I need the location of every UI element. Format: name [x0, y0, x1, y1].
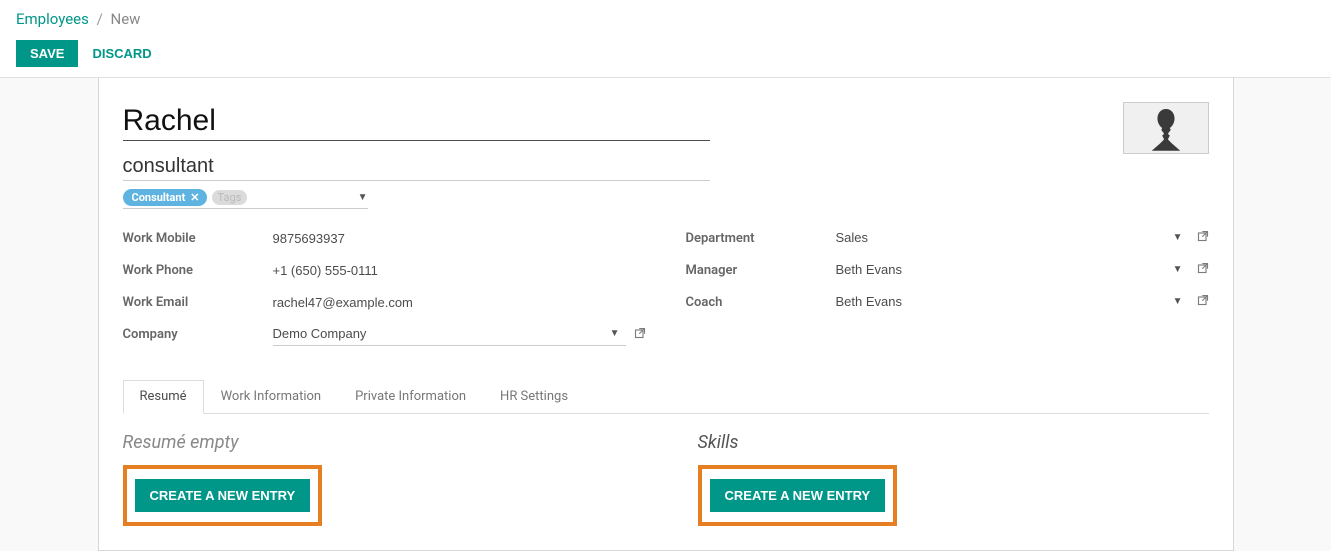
tab-work-information[interactable]: Work Information [204, 380, 339, 413]
chevron-down-icon[interactable]: ▼ [1173, 232, 1183, 243]
work-mobile-row: Work Mobile [123, 227, 646, 249]
work-email-label: Work Email [123, 295, 273, 310]
work-mobile-label: Work Mobile [123, 231, 273, 246]
create-skills-entry-button[interactable]: Create a new entry [710, 479, 886, 512]
control-panel: Employees / New Save Discard [0, 0, 1331, 78]
coach-row: Coach ▼ [686, 291, 1209, 313]
notebook: Resumé Work Information Private Informat… [123, 380, 1209, 526]
work-phone-row: Work Phone [123, 259, 646, 281]
manager-row: Manager ▼ [686, 259, 1209, 281]
action-buttons: Save Discard [16, 40, 1315, 67]
department-row: Department ▼ [686, 227, 1209, 249]
coach-select[interactable]: ▼ [836, 291, 1189, 313]
work-phone-input[interactable] [273, 260, 646, 281]
breadcrumb: Employees / New [16, 10, 1315, 28]
tag-label: Consultant [132, 191, 186, 204]
skills-highlight-box: Create a new entry [698, 465, 898, 526]
coach-label: Coach [686, 295, 836, 310]
resume-panel: Resumé empty Create a new entry [123, 432, 646, 526]
fields-left-column: Work Mobile Work Phone Work Email Compan… [123, 227, 646, 356]
tab-private-information[interactable]: Private Information [338, 380, 483, 413]
company-select[interactable]: ▼ [273, 323, 626, 346]
tabs-header: Resumé Work Information Private Informat… [123, 380, 1209, 414]
external-link-icon[interactable] [634, 327, 646, 343]
department-label: Department [686, 231, 836, 246]
tab-resume[interactable]: Resumé [123, 380, 204, 414]
tag-consultant: Consultant ✕ [123, 189, 207, 206]
form-background: Consultant ✕ Tags ▼ Work Mobile Work Pho… [0, 78, 1331, 551]
breadcrumb-sep: / [97, 10, 103, 28]
breadcrumb-current: New [111, 10, 141, 28]
work-email-input[interactable] [273, 292, 646, 313]
tab-hr-settings[interactable]: HR Settings [483, 380, 585, 413]
employee-name-input[interactable] [123, 102, 710, 141]
work-phone-label: Work Phone [123, 263, 273, 278]
manager-label: Manager [686, 263, 836, 278]
resume-highlight-box: Create a new entry [123, 465, 323, 526]
tags-field[interactable]: Consultant ✕ Tags ▼ [123, 189, 368, 209]
fields-right-column: Department ▼ Manager ▼ [686, 227, 1209, 356]
form-sheet: Consultant ✕ Tags ▼ Work Mobile Work Pho… [98, 78, 1234, 551]
skills-title: Skills [698, 432, 1209, 453]
coach-input[interactable] [836, 291, 1167, 312]
fields-grid: Work Mobile Work Phone Work Email Compan… [123, 227, 1209, 356]
chevron-down-icon[interactable]: ▼ [1173, 264, 1183, 275]
discard-button[interactable]: Discard [92, 46, 151, 61]
chevron-down-icon[interactable]: ▼ [610, 328, 620, 339]
resume-empty-title: Resumé empty [123, 432, 646, 453]
work-email-row: Work Email [123, 291, 646, 313]
skills-panel: Skills Create a new entry [686, 432, 1209, 526]
avatar[interactable] [1123, 102, 1209, 154]
breadcrumb-parent[interactable]: Employees [16, 10, 89, 28]
company-input[interactable] [273, 323, 604, 344]
create-resume-entry-button[interactable]: Create a new entry [135, 479, 311, 512]
department-input[interactable] [836, 227, 1167, 248]
job-title-input[interactable] [123, 149, 710, 181]
tag-remove-icon[interactable]: ✕ [190, 191, 199, 204]
manager-select[interactable]: ▼ [836, 259, 1189, 281]
chevron-down-icon[interactable]: ▼ [1173, 296, 1183, 307]
tab-content-resume: Resumé empty Create a new entry Skills C… [123, 414, 1209, 526]
tags-placeholder: Tags [212, 190, 248, 205]
external-link-icon[interactable] [1197, 230, 1209, 246]
person-silhouette-icon [1147, 105, 1185, 151]
department-select[interactable]: ▼ [836, 227, 1189, 249]
save-button[interactable]: Save [16, 40, 78, 67]
company-row: Company ▼ [123, 323, 646, 346]
external-link-icon[interactable] [1197, 294, 1209, 310]
work-mobile-input[interactable] [273, 228, 646, 249]
chevron-down-icon[interactable]: ▼ [358, 192, 368, 203]
manager-input[interactable] [836, 259, 1167, 280]
title-section: Consultant ✕ Tags ▼ [123, 102, 710, 209]
external-link-icon[interactable] [1197, 262, 1209, 278]
company-label: Company [123, 327, 273, 342]
